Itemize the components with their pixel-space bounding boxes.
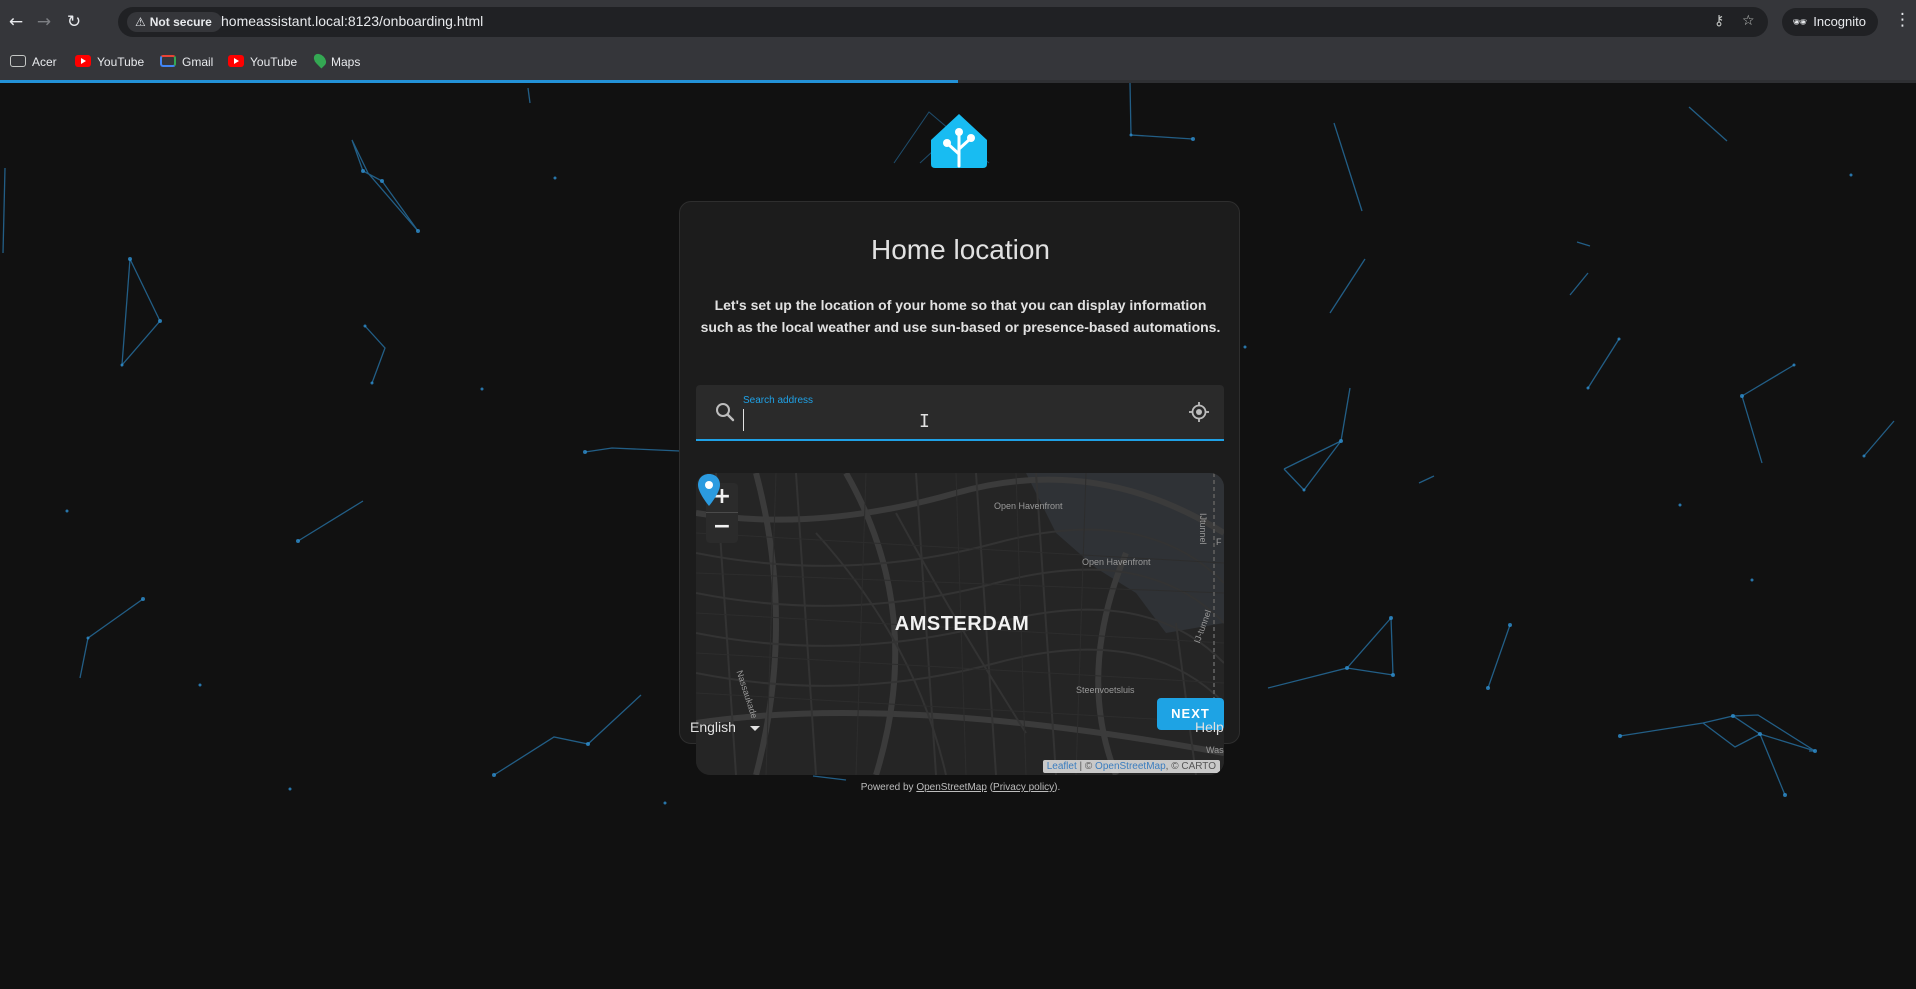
street-label: Open Havenfront bbox=[994, 501, 1063, 511]
search-address-input[interactable] bbox=[743, 409, 1173, 431]
star-icon[interactable]: ☆ bbox=[1742, 13, 1755, 29]
reload-button[interactable]: ↻ bbox=[62, 10, 86, 34]
bookmark-youtube-2[interactable]: YouTube bbox=[228, 53, 297, 71]
location-marker-icon[interactable] bbox=[696, 473, 722, 507]
bookmark-gmail[interactable]: Gmail bbox=[160, 53, 213, 71]
carto-attribution: , © CARTO bbox=[1165, 761, 1216, 772]
youtube-icon bbox=[228, 55, 244, 67]
back-button[interactable]: ← bbox=[4, 10, 28, 34]
privacy-policy-link[interactable]: Privacy policy bbox=[993, 782, 1054, 793]
bookmark-label: YouTube bbox=[250, 55, 298, 69]
home-assistant-logo bbox=[931, 114, 987, 168]
bookmarks-bar: Acer YouTube Gmail YouTube Maps bbox=[0, 44, 1916, 80]
street-label: F bbox=[1216, 537, 1222, 547]
osm-attribution-link[interactable]: OpenStreetMap bbox=[1095, 761, 1166, 772]
street-label: IJtunnel bbox=[1198, 513, 1208, 545]
browser-chrome: ← → ↻ ⚠ Not secure homeassistant.local:81… bbox=[0, 0, 1916, 83]
maps-icon bbox=[311, 51, 329, 69]
bookmark-label: Acer bbox=[32, 55, 57, 69]
security-label: Not secure bbox=[149, 15, 212, 29]
browser-menu-button[interactable]: ⋮ bbox=[1894, 10, 1911, 30]
page-title: Home location bbox=[871, 234, 1050, 265]
onboarding-card: Home location Let's set up the location … bbox=[679, 201, 1240, 793]
location-map[interactable]: + − Open Havenfront Open Havenfront Nass… bbox=[696, 473, 1224, 775]
gmail-icon bbox=[160, 55, 176, 67]
key-icon[interactable]: ⚷ bbox=[1714, 13, 1724, 29]
bookmark-label: YouTube bbox=[97, 55, 145, 69]
street-label: Was bbox=[1206, 745, 1224, 755]
text-cursor-icon: I bbox=[919, 411, 930, 432]
map-attribution: Leaflet | © OpenStreetMap, © CARTO bbox=[1042, 760, 1220, 773]
security-chip[interactable]: ⚠ Not secure bbox=[127, 12, 222, 32]
forward-button[interactable]: → bbox=[32, 10, 56, 34]
chevron-down-icon bbox=[749, 725, 760, 731]
language-selector[interactable]: English bbox=[690, 719, 760, 735]
bookmark-maps[interactable]: Maps bbox=[311, 51, 361, 71]
onboarding-page: Home location Let's set up the location … bbox=[0, 83, 1916, 989]
my-location-icon[interactable] bbox=[1189, 402, 1209, 422]
incognito-badge[interactable]: 🕶 Incognito bbox=[1782, 8, 1878, 36]
help-link[interactable]: Help bbox=[1195, 719, 1224, 735]
attribution-separator: | © bbox=[1076, 761, 1096, 772]
warning-icon: ⚠ bbox=[135, 15, 146, 29]
map-city-label: AMSTERDAM bbox=[894, 613, 1030, 635]
bookmark-youtube[interactable]: YouTube bbox=[75, 53, 144, 71]
search-icon bbox=[716, 403, 735, 422]
openstreetmap-link[interactable]: OpenStreetMap bbox=[916, 782, 987, 793]
language-label: English bbox=[690, 719, 736, 735]
page-description: Let's set up the location of your home s… bbox=[700, 297, 1221, 335]
zoom-out-button[interactable]: − bbox=[706, 513, 738, 543]
leaflet-link[interactable]: Leaflet bbox=[1047, 761, 1077, 772]
powered-by-text: Powered by OpenStreetMap (Privacy policy… bbox=[680, 782, 1241, 793]
bookmark-label: Maps bbox=[331, 55, 361, 69]
incognito-label: Incognito bbox=[1813, 14, 1866, 29]
incognito-icon: 🕶 bbox=[1792, 15, 1808, 29]
street-label: Steenvoetsluis bbox=[1076, 685, 1135, 695]
url-text[interactable]: homeassistant.local:8123/onboarding.html bbox=[221, 13, 483, 29]
address-bar[interactable]: ⚠ Not secure homeassistant.local:8123/onb… bbox=[118, 7, 1768, 37]
youtube-icon bbox=[75, 55, 91, 67]
bookmark-label: Gmail bbox=[182, 55, 214, 69]
browser-toolbar: ← → ↻ ⚠ Not secure homeassistant.local:81… bbox=[0, 0, 1916, 44]
powered-prefix: Powered by bbox=[860, 782, 917, 793]
bookmark-acer[interactable]: Acer bbox=[10, 53, 57, 71]
powered-suffix: ). bbox=[1054, 782, 1061, 793]
folder-icon bbox=[10, 55, 26, 67]
search-address-field[interactable]: Search address I bbox=[696, 385, 1224, 441]
street-label: Open Havenfront bbox=[1082, 557, 1151, 567]
search-address-label: Search address bbox=[743, 395, 814, 406]
